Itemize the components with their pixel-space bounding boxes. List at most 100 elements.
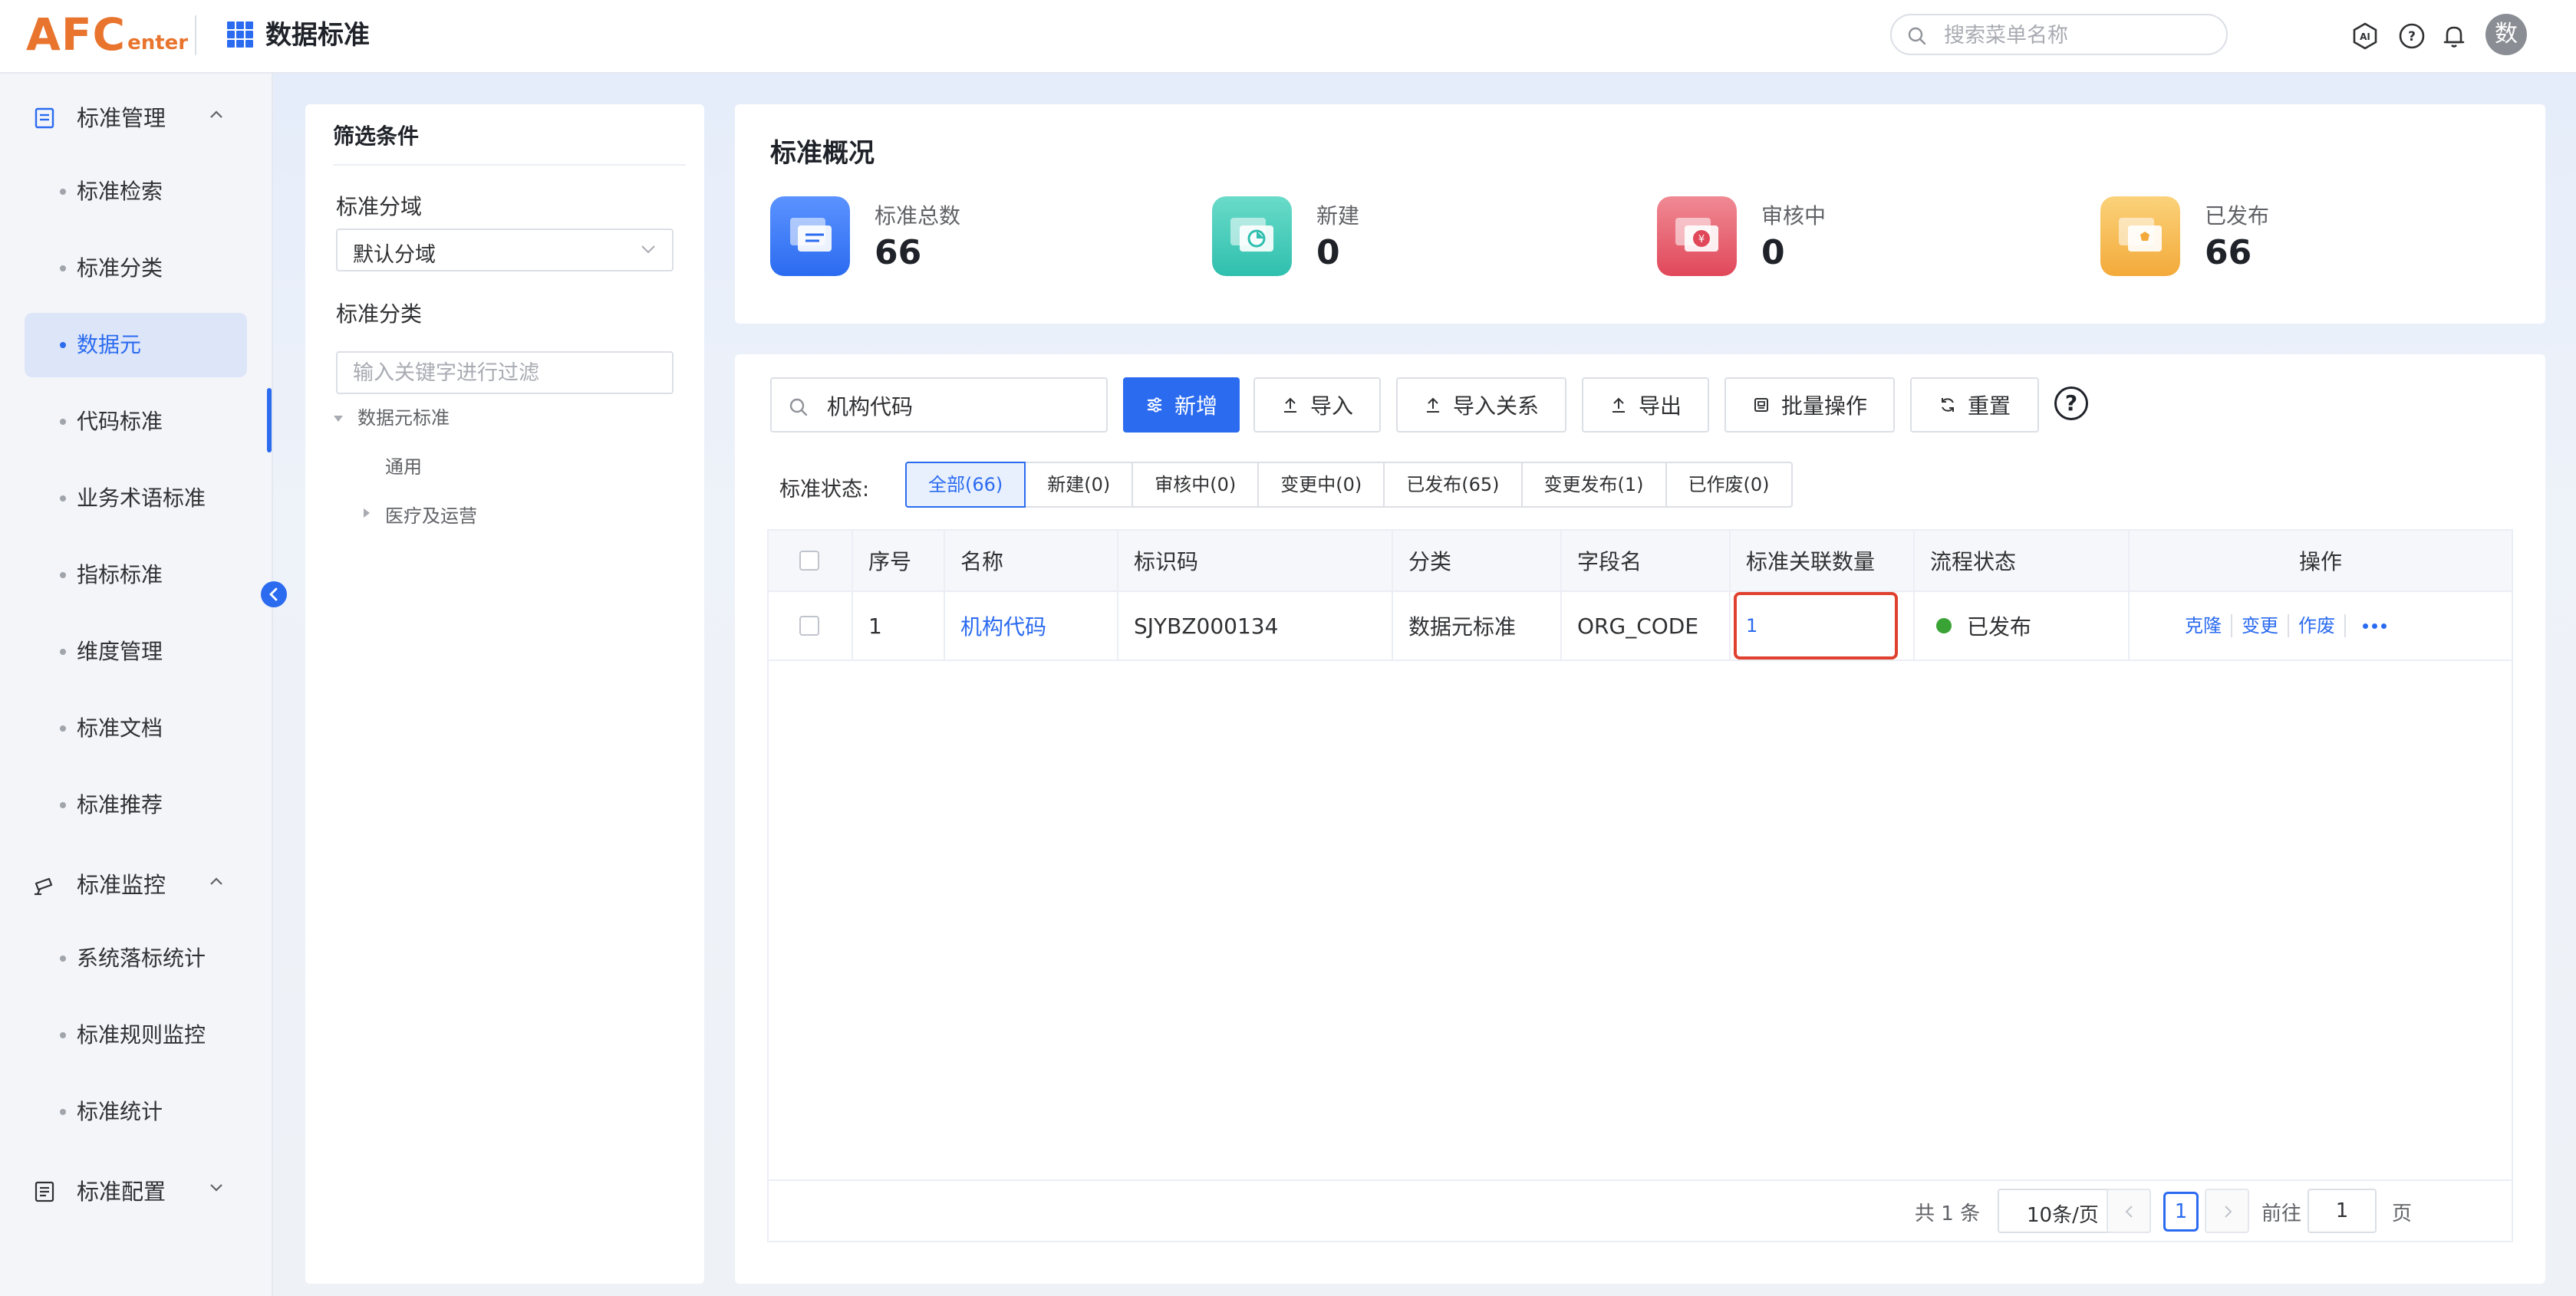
status-filter-label: 标准状态: — [779, 478, 870, 502]
reset-button[interactable]: 重置 — [1910, 377, 2039, 433]
select-all-checkbox[interactable] — [799, 551, 819, 571]
status-tab-voided[interactable]: 已作废(0) — [1665, 462, 1793, 508]
ai-assistant-icon[interactable]: AI — [2350, 21, 2380, 51]
prev-page-button[interactable] — [2107, 1189, 2151, 1233]
sidebar-item-code-standard[interactable]: 代码标准 — [25, 390, 247, 454]
sidebar-group-standard-config[interactable]: 标准配置 — [0, 1161, 272, 1222]
sidebar-item-label: 标准规则监控 — [77, 1022, 206, 1048]
goto-page-input[interactable] — [2308, 1189, 2377, 1233]
cell-flow-status: 已发布 — [1915, 592, 2130, 660]
help-icon[interactable]: ? — [2397, 21, 2426, 51]
sidebar-item-label: 标准推荐 — [77, 792, 163, 817]
sidebar-item-business-term[interactable]: 业务术语标准 — [25, 466, 247, 531]
standard-list-panel: 新增 导入 导入关系 导出 批量操作 — [735, 354, 2545, 1284]
sidebar-group-standard-management[interactable]: 标准管理 — [0, 87, 272, 149]
stat-label: 标准总数 — [875, 203, 961, 229]
row-checkbox[interactable] — [799, 616, 819, 636]
domain-label: 标准分域 — [336, 194, 423, 219]
domain-select[interactable]: 默认分域 — [336, 229, 674, 271]
logo-sub: enter — [127, 31, 189, 54]
user-avatar[interactable]: 数 — [2485, 14, 2527, 55]
status-tab-changing[interactable]: 变更中(0) — [1257, 462, 1385, 508]
status-tab-new[interactable]: 新建(0) — [1024, 462, 1134, 508]
sidebar: 标准管理 标准检索 标准分类 数据元 代码标准 业务术语标准 指标标准 维度管理… — [0, 74, 273, 1296]
sidebar-group-label: 标准监控 — [77, 872, 166, 898]
pagination-total: 共 1 条 — [1915, 1202, 1981, 1225]
sidebar-item-standard-recommend[interactable]: 标准推荐 — [25, 773, 247, 837]
page-suffix: 页 — [2392, 1202, 2413, 1225]
apps-grid-icon[interactable] — [227, 21, 253, 48]
sidebar-item-data-element[interactable]: 数据元 — [25, 313, 247, 377]
tree-node-general[interactable]: 通用 — [385, 454, 422, 480]
menu-search-box[interactable] — [1890, 14, 2228, 55]
search-icon — [1908, 27, 1926, 45]
stat-value: 66 — [875, 233, 922, 272]
sidebar-item-label: 业务术语标准 — [77, 485, 206, 511]
upload-icon — [1283, 397, 1296, 413]
caret-right-icon[interactable] — [362, 508, 371, 518]
column-header-field-name: 字段名 — [1562, 531, 1731, 590]
sidebar-item-standard-search[interactable]: 标准检索 — [25, 160, 247, 224]
sidebar-item-standard-stats[interactable]: 标准统计 — [25, 1080, 247, 1144]
question-help-icon[interactable]: ? — [2054, 386, 2088, 420]
tree-node-root[interactable]: 数据元标准 — [357, 405, 450, 431]
sidebar-item-label: 代码标准 — [77, 409, 163, 434]
reset-button-label: 重置 — [1967, 393, 2011, 419]
standard-search-box[interactable] — [770, 377, 1108, 433]
export-button[interactable]: 导出 — [1582, 377, 1709, 433]
sidebar-item-dimension-management[interactable]: 维度管理 — [25, 620, 247, 684]
sidebar-group-standard-monitoring[interactable]: 标准监控 — [0, 854, 272, 916]
more-options-icon[interactable] — [2363, 623, 2390, 629]
pagination-bar: 共 1 条 10条/页 1 前往 页 — [769, 1179, 2512, 1242]
batch-operation-button[interactable]: 批量操作 — [1724, 377, 1895, 433]
sidebar-item-standard-document[interactable]: 标准文档 — [25, 696, 247, 761]
stat-published: 已发布 66 — [2100, 196, 2499, 281]
category-label: 标准分类 — [336, 301, 423, 327]
void-action[interactable]: 作废 — [2289, 614, 2346, 637]
standard-search-input[interactable] — [825, 391, 1089, 420]
add-button[interactable]: 新增 — [1123, 377, 1240, 433]
sidebar-item-standard-category[interactable]: 标准分类 — [25, 236, 247, 301]
cell-index: 1 — [853, 592, 945, 660]
status-tab-change-published[interactable]: 变更发布(1) — [1520, 462, 1667, 508]
cell-name-link[interactable]: 机构代码 — [945, 592, 1118, 660]
sidebar-collapse-button[interactable] — [261, 581, 287, 607]
sidebar-item-system-landing-stats[interactable]: 系统落标统计 — [25, 926, 247, 991]
menu-search-input[interactable] — [1942, 21, 2206, 49]
stat-label: 审核中 — [1761, 203, 1827, 229]
stat-label: 已发布 — [2205, 203, 2270, 229]
change-action[interactable]: 变更 — [2232, 614, 2289, 637]
sidebar-item-rule-monitoring[interactable]: 标准规则监控 — [25, 1003, 247, 1067]
import-button[interactable]: 导入 — [1253, 377, 1381, 433]
status-text: 已发布 — [1967, 614, 2032, 640]
status-filter-tabs: 全部(66) 新建(0) 审核中(0) 变更中(0) 已发布(65) 变更发布(… — [905, 462, 1793, 508]
cell-relation-count: 1 — [1731, 592, 1915, 660]
status-tab-published[interactable]: 已发布(65) — [1383, 462, 1523, 508]
next-page-button[interactable] — [2205, 1189, 2249, 1233]
afcenter-logo[interactable]: AFC enter — [26, 9, 188, 60]
sidebar-item-label: 标准文档 — [77, 715, 163, 741]
bell-icon[interactable] — [2439, 21, 2469, 51]
top-header: AFC enter 数据标准 AI ? 数 — [0, 0, 2576, 74]
column-header-actions: 操作 — [2298, 549, 2342, 574]
header-select-all[interactable] — [769, 531, 853, 590]
sidebar-item-label: 标准检索 — [77, 179, 163, 204]
tree-node-medical[interactable]: 医疗及运营 — [385, 503, 477, 529]
status-tab-all[interactable]: 全部(66) — [905, 462, 1026, 508]
category-keyword-input[interactable] — [336, 351, 674, 394]
status-tab-reviewing[interactable]: 审核中(0) — [1132, 462, 1260, 508]
export-icon — [1612, 397, 1625, 413]
caret-down-icon[interactable] — [333, 414, 344, 423]
sidebar-item-indicator-standard[interactable]: 指标标准 — [25, 543, 247, 607]
stat-reviewing: ¥ 审核中 0 — [1657, 196, 2056, 281]
sidebar-item-label: 数据元 — [77, 332, 142, 357]
upload-icon — [1426, 397, 1439, 413]
cell-category: 数据元标准 — [1393, 592, 1562, 660]
svg-text:?: ? — [2408, 29, 2416, 44]
goto-label: 前往 — [2261, 1202, 2302, 1225]
overview-title: 标准概况 — [770, 138, 875, 169]
import-relation-button[interactable]: 导入关系 — [1396, 377, 1566, 433]
clone-action[interactable]: 克隆 — [2176, 614, 2232, 637]
page-number-current[interactable]: 1 — [2163, 1192, 2199, 1232]
published-standards-icon — [2100, 196, 2180, 276]
